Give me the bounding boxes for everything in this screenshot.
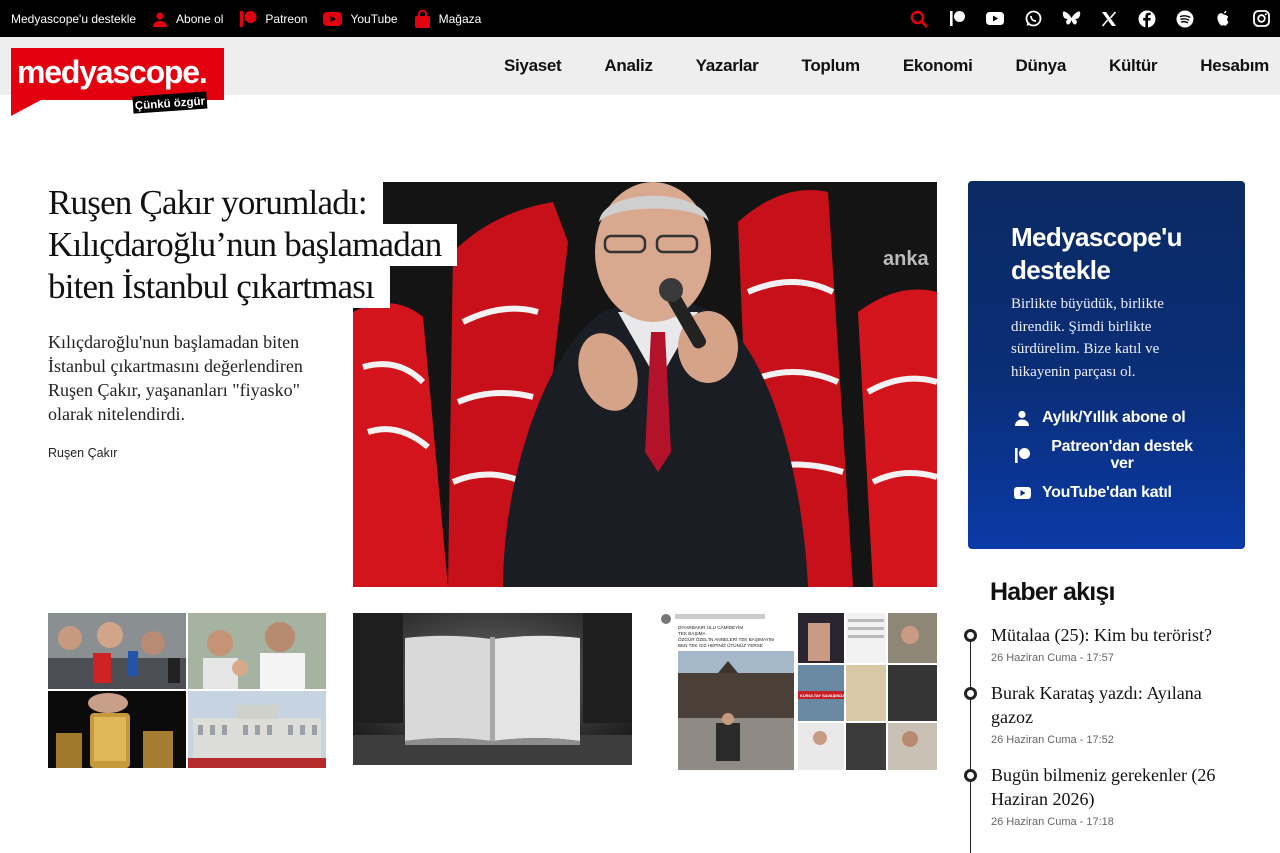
tweet-text-line: ÖZGÜR ÖZEL'İN ANNELERİ TEK BAŞIMAYIM	[678, 636, 774, 642]
support-link-label: Medyascope'u destekle	[11, 11, 137, 26]
patreon-icon[interactable]	[938, 0, 976, 37]
support-youtube-label: YouTube'dan katıl	[1042, 484, 1172, 501]
support-youtube-link[interactable]: YouTube'dan katıl	[1011, 484, 1202, 501]
bluesky-icon[interactable]	[1052, 0, 1090, 37]
support-link[interactable]: Medyascope'u destekle	[11, 12, 136, 26]
x-icon[interactable]	[1090, 0, 1128, 37]
nav-item-toplum[interactable]: Toplum	[802, 56, 861, 76]
top-bar-links: Medyascope'u destekle Abone ol Patreon Y…	[0, 0, 497, 37]
hero-title-line: biten İstanbul çıkartması	[48, 266, 391, 308]
top-bar: Medyascope'u destekle Abone ol Patreon Y…	[0, 0, 1280, 37]
news-feed-item-day: 26 Haziran Cuma	[991, 652, 1077, 664]
whatsapp-icon[interactable]	[1014, 0, 1052, 37]
news-feed-item-day: 26 Haziran Cuma	[991, 816, 1077, 828]
news-feed-item-time: - 17:18	[1079, 816, 1114, 828]
patreon-icon	[1011, 447, 1033, 464]
youtube-icon[interactable]	[976, 0, 1014, 37]
logo-wordmark: medyascope.	[17, 54, 207, 90]
news-feed-item-date: 26 Haziran Cuma - 17:52	[991, 734, 1114, 746]
timeline-dot	[964, 687, 977, 700]
support-links: Aylık/Yıllık abone ol Patreon'dan destek…	[1011, 409, 1202, 501]
tweet-text-line: DİYARBAKIR ULU CAMİDEYİM	[678, 624, 743, 630]
hero-title-line: Ruşen Çakır yorumladı:	[48, 182, 383, 224]
news-feed-item-title: Bugün bilmeniz gerekenler (26 Haziran 20…	[991, 765, 1216, 809]
search-icon[interactable]	[900, 0, 938, 37]
tweet-banner-text: KURULTAY SAVAŞINDA	[800, 693, 845, 698]
article-thumbnail-tweet[interactable]: DİYARBAKIR ULU CAMİDEYİM TEK BAŞIMA ÖZGÜ…	[658, 613, 937, 770]
news-feed-item-day: 26 Haziran Cuma	[991, 734, 1077, 746]
youtube-icon	[323, 11, 343, 26]
news-feed-item-time: - 17:52	[1079, 734, 1114, 746]
shop-link[interactable]: Mağaza	[414, 9, 482, 28]
nav-item-analiz[interactable]: Analiz	[604, 56, 653, 76]
news-feed-item-title: Burak Karataş yazdı: Ayılana gazoz	[991, 683, 1202, 727]
hero-author[interactable]: Ruşen Çakır	[48, 446, 117, 460]
nav-item-hesabim[interactable]: Hesabım	[1200, 56, 1269, 76]
subscribe-link[interactable]: Abone ol	[152, 11, 223, 27]
nav-item-kultur[interactable]: Kültür	[1109, 56, 1158, 76]
nav-item-ekonomi[interactable]: Ekonomi	[903, 56, 973, 76]
user-icon	[1011, 410, 1033, 426]
patreon-icon	[239, 10, 257, 28]
timeline-line	[970, 632, 971, 853]
main-nav: Siyaset Analiz Yazarlar Toplum Ekonomi D…	[461, 37, 1280, 95]
youtube-icon	[1011, 486, 1033, 499]
youtube-link[interactable]: YouTube	[323, 11, 398, 26]
nav-item-yazarlar[interactable]: Yazarlar	[696, 56, 759, 76]
news-feed-item-time: - 17:57	[1079, 652, 1114, 664]
patreon-link-label: Patreon	[265, 11, 308, 26]
instagram-icon[interactable]	[1242, 0, 1280, 37]
social-icons	[900, 0, 1280, 37]
news-feed-item-date: 26 Haziran Cuma - 17:18	[991, 816, 1114, 828]
article-thumbnail-collage[interactable]	[48, 613, 326, 768]
timeline-dot	[964, 769, 977, 782]
spotify-icon[interactable]	[1166, 0, 1204, 37]
nav-item-siyaset[interactable]: Siyaset	[504, 56, 562, 76]
hero-title[interactable]: Ruşen Çakır yorumladı: Kılıçdaroğlu’nun …	[48, 182, 508, 308]
shopping-bag-icon	[414, 9, 431, 28]
support-subscribe-label: Aylık/Yıllık abone ol	[1042, 409, 1186, 426]
hero-lead: Kılıçdaroğlu'nun başlamadan biten İstanb…	[48, 332, 303, 424]
youtube-link-label: YouTube	[350, 11, 398, 26]
tweet-text-line: TEK BAŞIMA	[678, 631, 707, 636]
support-subscribe-link[interactable]: Aylık/Yıllık abone ol	[1011, 409, 1202, 426]
hero-title-line: Kılıçdaroğlu’nun başlamadan	[48, 224, 458, 266]
user-icon	[152, 11, 168, 27]
timeline-dot	[964, 629, 977, 642]
shop-link-label: Mağaza	[438, 11, 482, 26]
support-title: Medyascope'u destekle	[1011, 222, 1183, 285]
nav-item-dunya[interactable]: Dünya	[1016, 56, 1067, 76]
support-box: Medyascope'u destekle Birlikte büyüdük, …	[968, 181, 1245, 549]
tweet-text-line: BEN TEK GİZ HEPİNİZ ÜTÜNÜZ YERSE	[678, 642, 763, 648]
subscribe-link-label: Abone ol	[176, 11, 224, 26]
hero-image-watermark: anka	[883, 248, 929, 270]
support-patreon-label: Patreon'dan destek ver	[1051, 438, 1193, 472]
patreon-link[interactable]: Patreon	[239, 10, 307, 28]
news-feed-item-title: Mütalaa (25): Kim bu terörist?	[991, 625, 1212, 645]
news-feed-title: Haber akışı	[990, 578, 1115, 606]
support-text: Birlikte büyüdük, birlikte direndik. Şim…	[1011, 296, 1164, 380]
site-logo[interactable]: medyascope. Çünkü özgür	[11, 48, 225, 116]
facebook-icon[interactable]	[1128, 0, 1166, 37]
apple-icon[interactable]	[1204, 0, 1242, 37]
support-patreon-link[interactable]: Patreon'dan destek ver	[1011, 438, 1202, 472]
article-thumbnail-book[interactable]	[353, 613, 632, 765]
news-feed-item-date: 26 Haziran Cuma - 17:57	[991, 652, 1114, 664]
